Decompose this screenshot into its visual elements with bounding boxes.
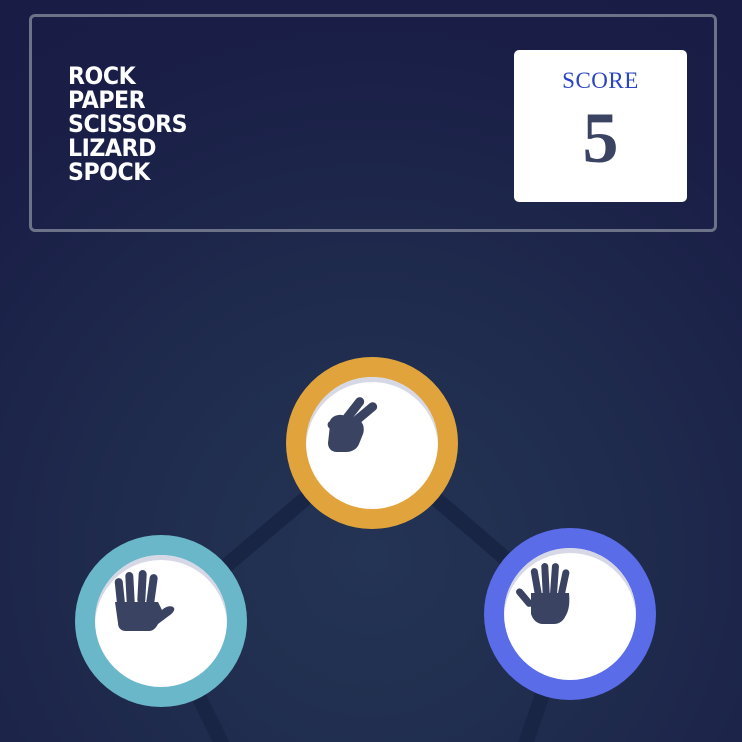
paper-hand-icon <box>516 562 570 624</box>
title-line-lizard: LIZARD <box>68 134 156 162</box>
spock-hand-icon <box>114 570 175 631</box>
title-line-spock: SPOCK <box>68 158 150 186</box>
score-label: SCORE <box>562 68 639 93</box>
scissors-hand-icon <box>327 397 378 452</box>
title-line-paper: PAPER <box>68 86 146 114</box>
scissors-choice-button[interactable] <box>286 357 458 529</box>
score-value: 5 <box>582 98 619 178</box>
game-title: ROCK PAPER SCISSORS LIZARD SPOCK <box>68 62 188 186</box>
game-header: ROCK PAPER SCISSORS LIZARD SPOCK SCORE 5 <box>29 14 717 232</box>
paper-choice-button[interactable] <box>484 528 656 700</box>
score-box: SCORE 5 <box>514 50 687 202</box>
spock-choice-button[interactable] <box>75 535 247 707</box>
title-line-scissors: SCISSORS <box>68 110 188 138</box>
title-line-rock: ROCK <box>68 62 136 90</box>
